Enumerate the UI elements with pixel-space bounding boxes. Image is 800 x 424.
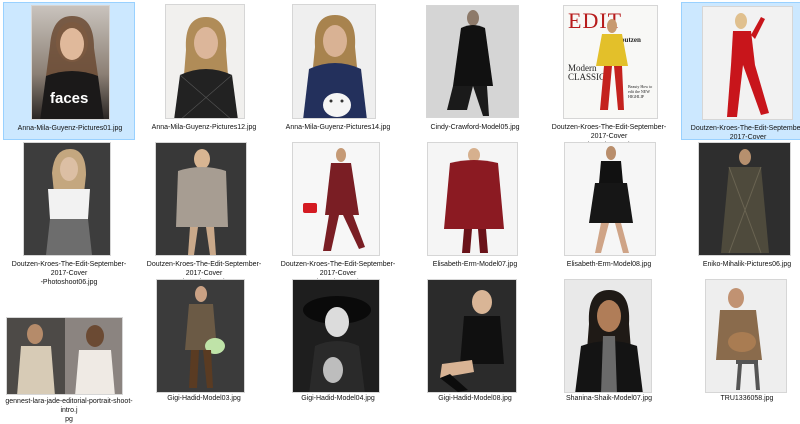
file-thumbnail: [427, 142, 518, 256]
file-thumbnail: [705, 279, 787, 393]
portrait-image: [444, 148, 504, 253]
file-item[interactable]: Doutzen-Kroes-The-Edit-September-2017-Co…: [3, 139, 135, 286]
file-name: Eniko-Mihalik-Pictures06.jpg: [702, 261, 792, 268]
portrait-image: [303, 296, 371, 392]
file-item[interactable]: Doutzen-Kroes-The-Edit-September-2017-Co…: [681, 2, 800, 150]
file-item[interactable]: TRU1336058.jpg: [681, 273, 800, 411]
file-name: Elisabeth-Erm-Model07.jpg: [432, 261, 518, 268]
file-thumbnail: [564, 142, 656, 256]
file-thumbnail: [165, 4, 245, 119]
file-item[interactable]: Gigi-Hadid-Model03.jpg: [138, 273, 270, 411]
portrait-image: [7, 318, 122, 394]
portrait-image: [589, 146, 633, 253]
file-thumbnail: [155, 142, 247, 256]
file-item[interactable]: Anna-Mila-Guyenz-Pictures14.jpg: [272, 2, 404, 140]
portrait-image: [303, 15, 367, 118]
portrait-image: [721, 149, 769, 254]
file-name: Gigi-Hadid-Model04.jpg: [301, 395, 375, 402]
file-item[interactable]: gennest-lara-jade-editorial-portrait-sho…: [3, 273, 135, 423]
file-item[interactable]: Gigi-Hadid-Model04.jpg: [272, 273, 404, 411]
file-thumbnail: [156, 279, 245, 393]
file-thumbnail: [23, 142, 111, 256]
file-item[interactable]: Gigi-Hadid-Model08.jpg: [409, 273, 541, 411]
file-name: Anna-Mila-Guyenz-Pictures14.jpg: [285, 124, 391, 131]
file-thumbnail: [426, 5, 519, 118]
file-item[interactable]: Doutzen-Kroes-The-Edit-September-2017-Co…: [138, 139, 270, 286]
file-item[interactable]: Elisabeth-Erm-Model08.jpg: [543, 139, 675, 277]
file-thumbnail: faces: [31, 5, 110, 120]
file-thumbnail: [702, 6, 793, 120]
file-name: Anna-Mila-Guyenz-Pictures12.jpg: [151, 124, 257, 131]
cover-title: faces: [50, 90, 89, 107]
file-item[interactable]: Shanina-Shaik-Model07.jpg: [543, 273, 675, 411]
file-name: Anna-Mila-Guyenz-Pictures01.jpg: [17, 125, 123, 132]
portrait-image: [716, 288, 762, 390]
portrait-image: [174, 17, 238, 118]
file-item[interactable]: Cindy-Crawford-Model05.jpg: [409, 2, 541, 140]
portrait-image: [176, 149, 228, 255]
file-name: Gigi-Hadid-Model08.jpg: [438, 395, 512, 402]
file-thumbnail: [292, 142, 380, 256]
file-name: Elisabeth-Erm-Model08.jpg: [566, 261, 652, 268]
portrait-image: [185, 286, 225, 388]
file-thumbnail: [292, 279, 380, 393]
file-item[interactable]: faces Anna-Mila-Guyenz-Pictures01.jpg: [3, 2, 135, 140]
portrait-image: [727, 13, 769, 117]
file-item[interactable]: Doutzen-Kroes-The-Edit-September-2017-Co…: [272, 139, 404, 286]
portrait-image: [303, 148, 365, 251]
file-item[interactable]: Elisabeth-Erm-Model07.jpg: [409, 139, 541, 277]
portrait-image: [575, 290, 643, 392]
portrait-image: [440, 290, 504, 392]
file-thumbnail: [6, 317, 123, 395]
file-item[interactable]: EDIT Doutzen Modern CLASSICS Beauty How …: [543, 2, 675, 149]
file-item[interactable]: Anna-Mila-Guyenz-Pictures12.jpg: [138, 2, 270, 140]
file-thumbnail-grid: faces Anna-Mila-Guyenz-Pictures01.jpg An…: [0, 0, 800, 423]
file-name: Cindy-Crawford-Model05.jpg: [430, 124, 520, 131]
file-thumbnail: [564, 279, 652, 393]
file-name: TRU1336058.jpg: [720, 395, 774, 402]
file-thumbnail: [427, 279, 517, 393]
file-thumbnail: [292, 4, 376, 119]
file-item[interactable]: Eniko-Mihalik-Pictures06.jpg: [681, 139, 800, 277]
file-name: Gigi-Hadid-Model03.jpg: [167, 395, 241, 402]
portrait-image: [596, 19, 628, 110]
portrait-image: [447, 10, 493, 116]
file-name: Shanina-Shaik-Model07.jpg: [566, 395, 652, 402]
portrait-image: [46, 149, 92, 255]
file-thumbnail: EDIT Doutzen Modern CLASSICS Beauty How …: [563, 5, 658, 119]
file-thumbnail: [698, 142, 791, 256]
